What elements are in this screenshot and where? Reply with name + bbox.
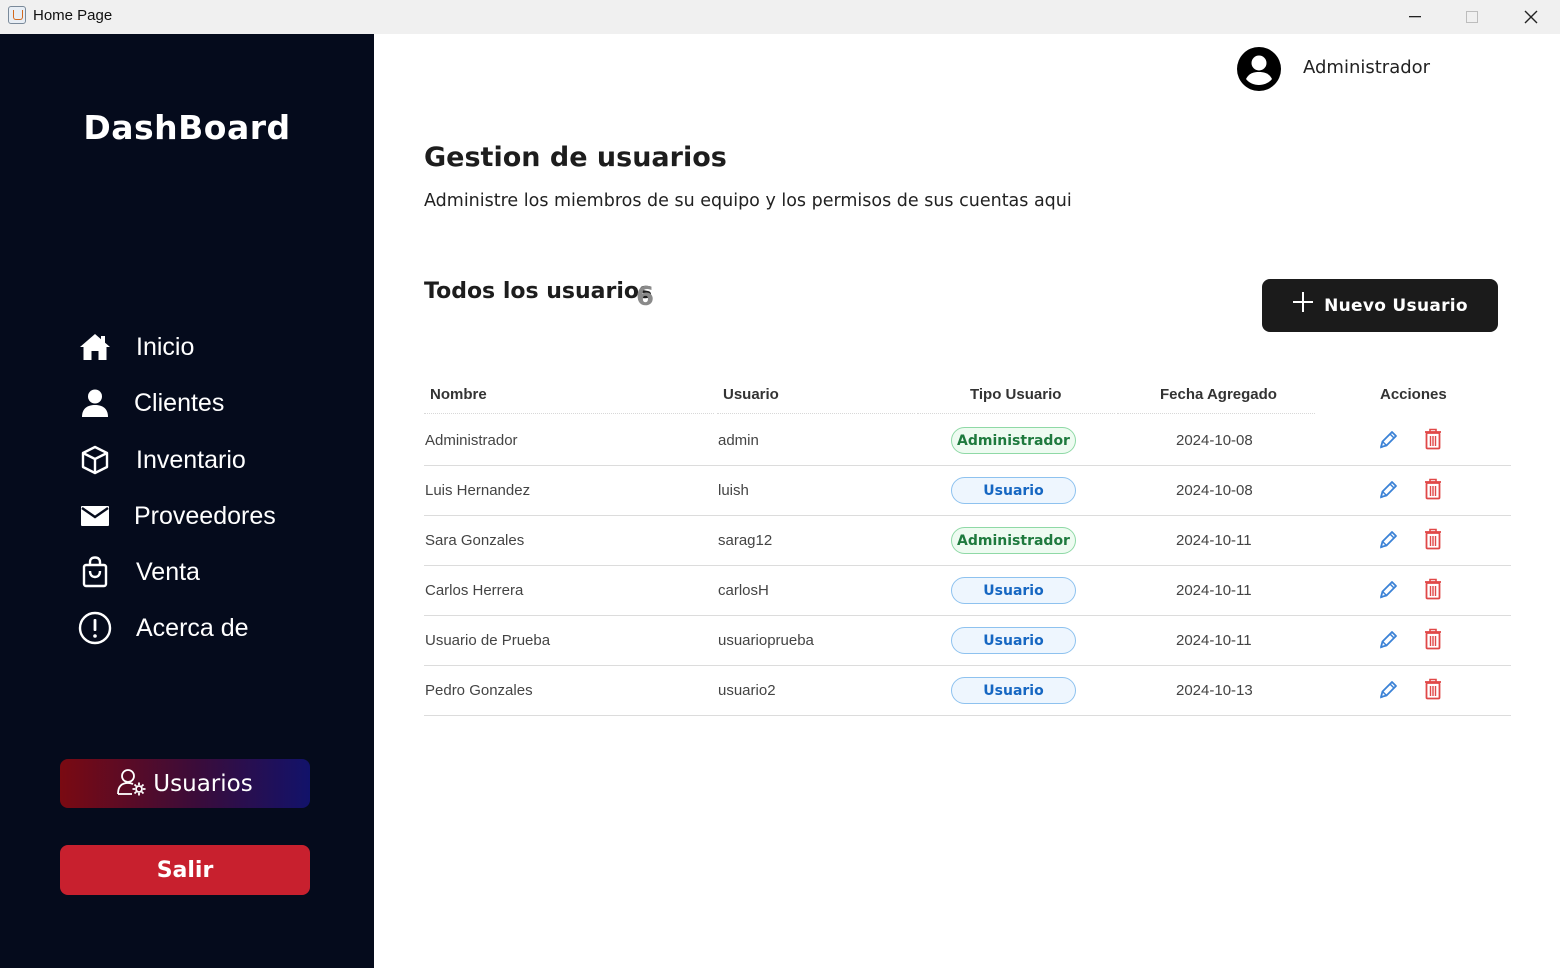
plus-icon bbox=[1292, 289, 1314, 319]
sidebar-item-label: Acerca de bbox=[136, 613, 249, 642]
delete-icon[interactable] bbox=[1423, 478, 1443, 500]
edit-icon[interactable] bbox=[1377, 429, 1399, 451]
edit-icon[interactable] bbox=[1377, 579, 1399, 601]
sidebar-item-label: Inventario bbox=[136, 445, 246, 474]
delete-icon[interactable] bbox=[1423, 628, 1443, 650]
minimize-icon bbox=[1409, 16, 1421, 18]
delete-icon[interactable] bbox=[1423, 528, 1443, 550]
column-header-tipo-usuario[interactable]: Tipo Usuario bbox=[970, 386, 1061, 403]
home-icon bbox=[78, 330, 112, 364]
edit-icon[interactable] bbox=[1377, 679, 1399, 701]
cell-fecha: 2024-10-13 bbox=[1176, 682, 1253, 699]
sidebar-item-label: Clientes bbox=[134, 388, 225, 417]
cell-nombre: Sara Gonzales bbox=[425, 532, 525, 549]
close-icon bbox=[1524, 10, 1538, 24]
page-subtitle: Administre los miembros de su equipo y l… bbox=[424, 191, 1072, 211]
user-settings-icon bbox=[117, 768, 147, 800]
person-icon bbox=[78, 386, 112, 420]
cell-usuario: usuario2 bbox=[718, 682, 776, 699]
cell-nombre: Carlos Herrera bbox=[425, 582, 524, 599]
account-circle-icon[interactable] bbox=[1236, 46, 1282, 92]
minimize-button[interactable] bbox=[1386, 0, 1444, 34]
new-user-button-label: Nuevo Usuario bbox=[1324, 295, 1468, 316]
sidebar-item-label: Inicio bbox=[136, 332, 195, 361]
sidebar-item-clientes[interactable]: Clientes bbox=[78, 383, 338, 423]
cell-nombre: Administrador bbox=[425, 432, 518, 449]
cell-nombre: Luis Hernandez bbox=[425, 482, 531, 499]
column-header-acciones[interactable]: Acciones bbox=[1380, 386, 1447, 403]
role-badge: Usuario bbox=[951, 577, 1076, 604]
edit-icon[interactable] bbox=[1377, 479, 1399, 501]
info-icon bbox=[78, 611, 112, 645]
header-user-name: Administrador bbox=[1303, 57, 1431, 78]
sidebar-item-acerca-de[interactable]: Acerca de bbox=[78, 608, 338, 648]
table-row[interactable]: Usuario de Prueba usuarioprueba Usuario … bbox=[424, 616, 1511, 666]
cell-nombre: Usuario de Prueba bbox=[425, 632, 551, 649]
table-row[interactable]: Carlos Herrera carlosH Usuario 2024-10-1… bbox=[424, 566, 1511, 616]
column-header-usuario[interactable]: Usuario bbox=[723, 386, 779, 403]
delete-icon[interactable] bbox=[1423, 578, 1443, 600]
column-header-fecha-agregado[interactable]: Fecha Agregado bbox=[1160, 386, 1277, 403]
role-badge: Usuario bbox=[951, 677, 1076, 704]
cell-fecha: 2024-10-11 bbox=[1176, 632, 1252, 649]
delete-icon[interactable] bbox=[1423, 678, 1443, 700]
maximize-icon bbox=[1466, 11, 1478, 23]
mail-icon bbox=[78, 499, 112, 533]
cell-fecha: 2024-10-11 bbox=[1176, 532, 1252, 549]
cell-usuario: carlosH bbox=[718, 582, 769, 599]
java-app-icon bbox=[8, 6, 26, 24]
new-user-button[interactable]: Nuevo Usuario bbox=[1262, 279, 1498, 332]
cell-usuario: sarag12 bbox=[718, 532, 773, 549]
user-count: 6 bbox=[636, 282, 655, 312]
section-title: Todos los usuarios bbox=[424, 279, 653, 304]
page-title: Gestion de usuarios bbox=[424, 142, 727, 173]
header-divider bbox=[424, 413, 714, 414]
maximize-button[interactable] bbox=[1443, 0, 1501, 34]
usuarios-button-label: Usuarios bbox=[153, 770, 253, 797]
sidebar-item-venta[interactable]: Venta bbox=[78, 552, 338, 592]
edit-icon[interactable] bbox=[1377, 529, 1399, 551]
edit-icon[interactable] bbox=[1377, 629, 1399, 651]
window-title: Home Page bbox=[33, 7, 113, 24]
table-row[interactable]: Pedro Gonzales usuario2 Usuario 2024-10-… bbox=[424, 666, 1511, 716]
sidebar-item-proveedores[interactable]: Proveedores bbox=[78, 496, 338, 536]
role-badge: Administrador bbox=[951, 527, 1076, 554]
shopping-bag-icon bbox=[78, 555, 112, 589]
cell-nombre: Pedro Gonzales bbox=[425, 682, 533, 699]
role-badge: Usuario bbox=[951, 477, 1076, 504]
cell-usuario: luish bbox=[718, 482, 749, 499]
role-badge: Usuario bbox=[951, 627, 1076, 654]
close-button[interactable] bbox=[1502, 0, 1560, 34]
header-divider bbox=[917, 413, 1115, 414]
brand-title: DashBoard bbox=[83, 108, 291, 147]
sidebar-item-label: Proveedores bbox=[134, 501, 276, 530]
sidebar-item-inventario[interactable]: Inventario bbox=[78, 440, 338, 480]
box-icon bbox=[78, 443, 112, 477]
sidebar-item-inicio[interactable]: Inicio bbox=[78, 327, 338, 367]
delete-icon[interactable] bbox=[1423, 428, 1443, 450]
column-header-nombre[interactable]: Nombre bbox=[430, 386, 487, 403]
cell-fecha: 2024-10-08 bbox=[1176, 482, 1253, 499]
table-row[interactable]: Sara Gonzales sarag12 Administrador 2024… bbox=[424, 516, 1511, 566]
sidebar: DashBoard Inicio Clientes Inventario Pro… bbox=[0, 34, 374, 968]
cell-usuario: admin bbox=[718, 432, 759, 449]
table-row[interactable]: Administrador admin Administrador 2024-1… bbox=[424, 416, 1511, 466]
cell-fecha: 2024-10-11 bbox=[1176, 582, 1252, 599]
salir-button[interactable]: Salir bbox=[60, 845, 310, 895]
usuarios-button[interactable]: Usuarios bbox=[60, 759, 310, 808]
sidebar-item-label: Venta bbox=[136, 557, 200, 586]
header-divider bbox=[717, 413, 915, 414]
window-titlebar: Home Page bbox=[0, 0, 1560, 34]
table-row[interactable]: Luis Hernandez luish Usuario 2024-10-08 bbox=[424, 466, 1511, 516]
role-badge: Administrador bbox=[951, 427, 1076, 454]
cell-usuario: usuarioprueba bbox=[718, 632, 814, 649]
header-divider bbox=[1117, 413, 1315, 414]
cell-fecha: 2024-10-08 bbox=[1176, 432, 1253, 449]
